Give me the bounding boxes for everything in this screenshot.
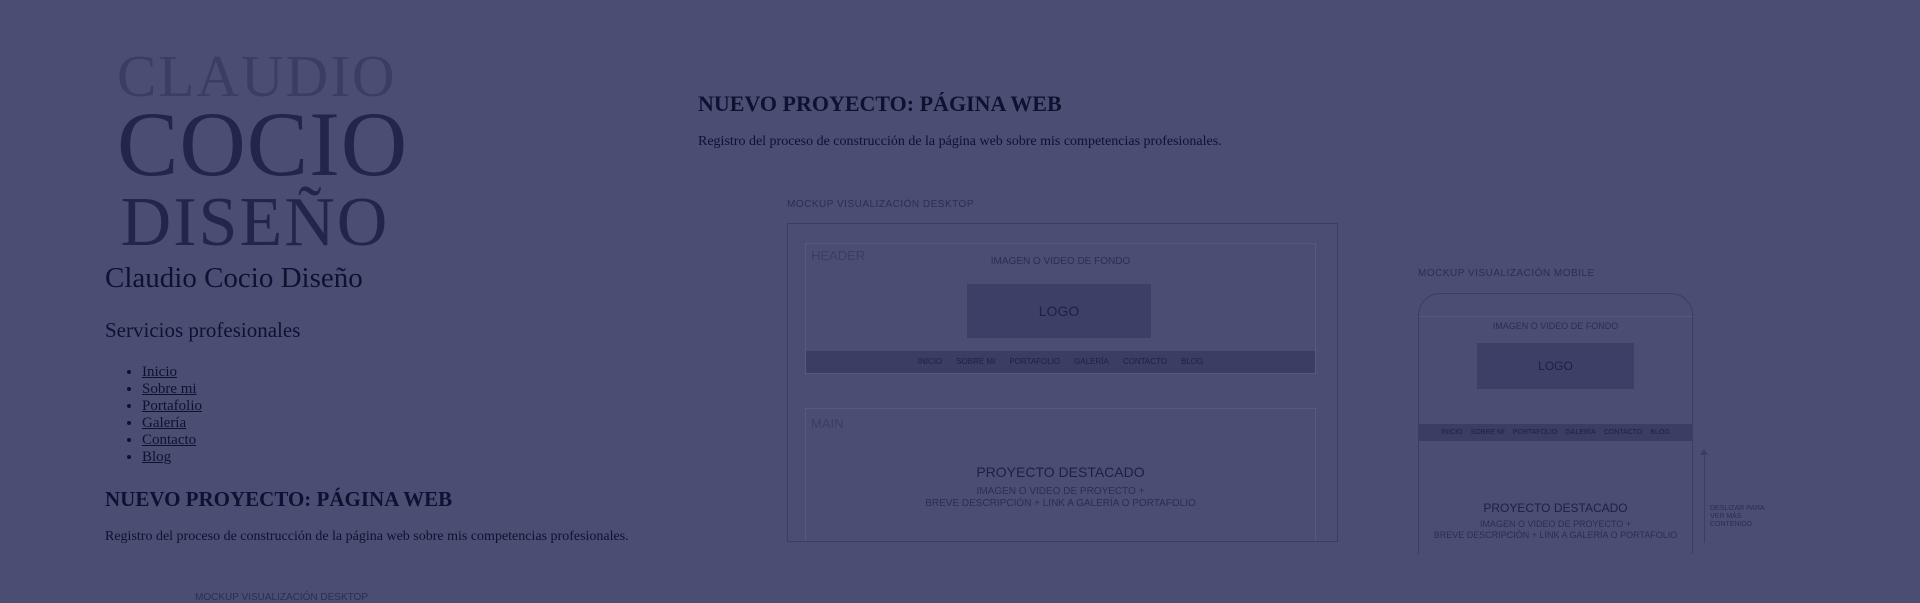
- mockup-caption-left: MOCKUP VISUALIZACIÓN DESKTOP: [195, 592, 369, 603]
- main-nav: Inicio Sobre mi Portafolio Galería Conta…: [122, 364, 202, 466]
- mobile-mockup-caption: MOCKUP VISUALIZACIÓN MOBILE: [1418, 268, 1595, 279]
- mobile-featured-title: PROYECTO DESTACADO: [1483, 501, 1628, 515]
- mockup-nav-bar: INICIO SOBRE MI PORTAFOLIO GALERÍA CONTA…: [806, 351, 1315, 373]
- article-heading-left: NUEVO PROYECTO: PÁGINA WEB: [105, 487, 453, 511]
- mobile-logo: LOGO: [1477, 343, 1634, 389]
- logo-line-3: DISEÑO: [120, 184, 390, 261]
- mockup-main-label: MAIN: [811, 416, 844, 431]
- mockup-nav-item: CONTACTO: [1122, 357, 1167, 366]
- mobile-nav-item: BLOG: [1650, 429, 1670, 436]
- nav-item-blog: Blog: [142, 449, 202, 466]
- mobile-nav-bar: INICIO SOBRE MI PORTAFOLIO GALERÍA CONTA…: [1419, 424, 1692, 441]
- nav-link-sobre-mi[interactable]: Sobre mi: [142, 381, 197, 397]
- mockup-nav-item: BLOG: [1181, 357, 1204, 366]
- mobile-nav-item: PORTAFOLIO: [1512, 429, 1558, 436]
- mockup-nav-item: PORTAFOLIO: [1009, 357, 1061, 366]
- mobile-nav-item: GALERÍA: [1565, 429, 1596, 436]
- mockup-nav-item: SOBRE MI: [956, 357, 996, 366]
- mobile-mockup-image: IMAGEN O VIDEO DE FONDO LOGO INICIO SOBR…: [1418, 293, 1693, 554]
- mobile-nav-item: CONTACTO: [1603, 429, 1643, 436]
- mobile-bg-text: IMAGEN O VIDEO DE FONDO: [1492, 321, 1619, 331]
- logo-line-2: COCIO: [117, 93, 409, 195]
- mockup-main-section: MAIN PROYECTO DESTACADO IMAGEN O VIDEO D…: [805, 408, 1316, 541]
- desktop-mockup-caption: MOCKUP VISUALIZACIÓN DESKTOP: [787, 199, 975, 210]
- mobile-desc-line-2: BREVE DESCRIPCIÓN + LINK A GALERÍA O POR…: [1433, 530, 1678, 540]
- desktop-mockup-image: HEADER IMAGEN O VIDEO DE FONDO LOGO INIC…: [787, 223, 1338, 542]
- scroll-indicator-line: [1704, 453, 1705, 543]
- nav-link-blog[interactable]: Blog: [142, 449, 171, 465]
- mobile-nav-item: SOBRE MI: [1470, 429, 1505, 436]
- mockup-featured-title: PROYECTO DESTACADO: [976, 464, 1145, 480]
- mobile-desc-line-1: IMAGEN O VIDEO DE PROYECTO +: [1479, 519, 1632, 529]
- nav-item-contacto: Contacto: [142, 432, 202, 449]
- mobile-nav-item: INICIO: [1441, 429, 1463, 436]
- mockup-bg-text: IMAGEN O VIDEO DE FONDO: [990, 256, 1131, 267]
- scroll-note: DESLIZAR PARA VER MÁS CONTENIDO: [1710, 505, 1765, 528]
- nav-item-inicio: Inicio: [142, 364, 202, 381]
- mockup-nav-item: GALERÍA: [1074, 357, 1109, 366]
- mobile-header-section: IMAGEN O VIDEO DE FONDO LOGO: [1419, 316, 1692, 439]
- mockup-nav-item: INICIO: [917, 357, 943, 366]
- article-paragraph: Registro del proceso de construcción de …: [698, 134, 1222, 149]
- nav-link-galeria[interactable]: Galería: [142, 415, 186, 431]
- mobile-featured-desc: IMAGEN O VIDEO DE PROYECTO + BREVE DESCR…: [1419, 519, 1692, 541]
- site-title: Claudio Cocio Diseño: [105, 262, 363, 294]
- nav-item-portafolio: Portafolio: [142, 398, 202, 415]
- site-subtitle: Servicios profesionales: [105, 318, 301, 342]
- article-heading: NUEVO PROYECTO: PÁGINA WEB: [698, 91, 1062, 116]
- nav-link-contacto[interactable]: Contacto: [142, 432, 196, 448]
- mockup-header-section: HEADER IMAGEN O VIDEO DE FONDO LOGO INIC…: [805, 243, 1316, 374]
- nav-link-portafolio[interactable]: Portafolio: [142, 398, 202, 414]
- logo: CLAUDIO COCIO DISEÑO: [117, 47, 409, 262]
- mockup-desc-line-2: BREVE DESCRIPCIÓN + LINK A GALERÍA O POR…: [925, 498, 1196, 509]
- mockup-featured-desc: IMAGEN O VIDEO DE PROYECTO + BREVE DESCR…: [806, 486, 1315, 510]
- article-paragraph-left: Registro del proceso de construcción de …: [105, 529, 629, 544]
- nav-item-sobre-mi: Sobre mi: [142, 381, 202, 398]
- nav-item-galeria: Galería: [142, 415, 202, 432]
- mockup-logo: LOGO: [967, 284, 1151, 338]
- mockup-desc-line-1: IMAGEN O VIDEO DE PROYECTO +: [976, 486, 1145, 497]
- nav-link-inicio[interactable]: Inicio: [142, 364, 177, 380]
